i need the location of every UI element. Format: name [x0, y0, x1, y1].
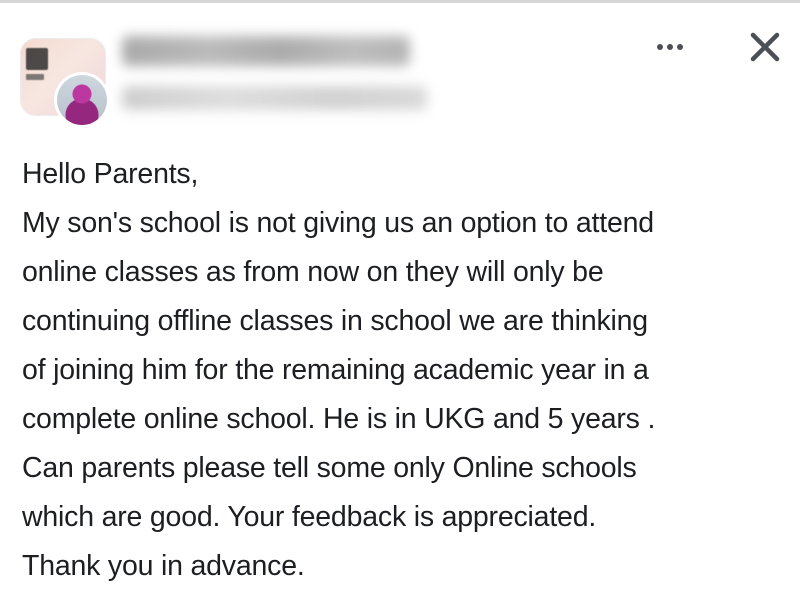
- more-options-icon: [657, 44, 663, 50]
- post-line: online classes as from now on they will …: [22, 256, 604, 288]
- post-line: Thank you in advance.: [22, 550, 305, 582]
- more-options-icon-dot-2: [667, 44, 673, 50]
- post-line: which are good. Your feedback is appreci…: [22, 501, 597, 533]
- group-name-blurred[interactable]: [122, 36, 410, 66]
- group-logo-mark-small: [26, 74, 44, 80]
- facebook-group-post: Hello Parents, My son's school is not gi…: [0, 0, 800, 600]
- author-avatar-image: [57, 75, 107, 125]
- post-line: continuing offline classes in school we …: [22, 305, 648, 337]
- author-meta-blurred[interactable]: [122, 86, 427, 110]
- close-button[interactable]: [748, 30, 782, 64]
- post-line: My son's school is not giving us an opti…: [22, 207, 654, 239]
- close-icon: [750, 32, 780, 62]
- post-line: of joining him for the remaining academi…: [22, 354, 649, 386]
- more-options-button[interactable]: [650, 38, 690, 56]
- post-line: complete online school. He is in UKG and…: [22, 403, 656, 435]
- post-line: Hello Parents,: [22, 158, 199, 190]
- group-logo-mark: [26, 48, 48, 70]
- post-line: Can parents please tell some only Online…: [22, 452, 637, 484]
- post-body-text: Hello Parents, My son's school is not gi…: [22, 150, 782, 591]
- more-options-icon-dot-3: [677, 44, 683, 50]
- post-header: [0, 0, 800, 130]
- author-avatar[interactable]: [54, 72, 110, 128]
